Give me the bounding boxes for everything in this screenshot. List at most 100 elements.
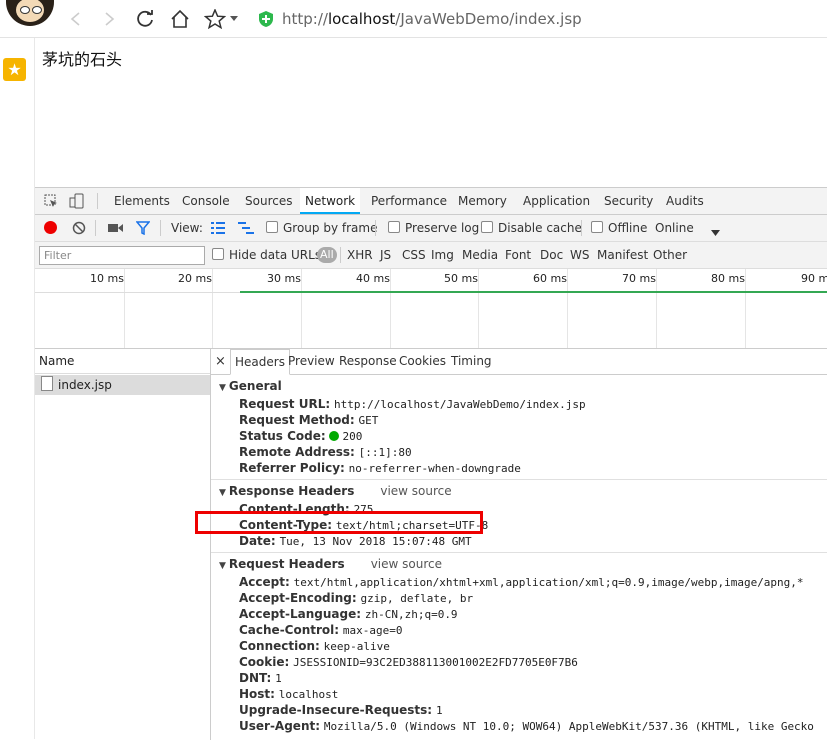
- close-icon[interactable]: ×: [215, 349, 226, 374]
- status-ok-icon: [329, 431, 340, 441]
- clear-icon[interactable]: [72, 221, 86, 238]
- timeline-tick-label: 20 ms: [178, 272, 212, 285]
- header-row: Status Code: 200: [239, 429, 363, 443]
- offline-label: Offline: [608, 221, 648, 235]
- toolbar-separator: [375, 220, 376, 236]
- filter-js[interactable]: JS: [380, 242, 391, 268]
- filter-input[interactable]: Filter: [39, 246, 205, 265]
- header-row: Request URL: http://localhost/JavaWebDem…: [239, 397, 586, 411]
- capture-screenshots-icon[interactable]: [108, 222, 124, 237]
- offline-checkbox[interactable]: Offline: [591, 215, 647, 241]
- throttling-select[interactable]: Online: [655, 215, 694, 241]
- section-divider: [211, 479, 827, 480]
- timeline-tick-label: 60 ms: [533, 272, 567, 285]
- filter-funnel-icon[interactable]: [135, 221, 151, 238]
- preserve-log-checkbox[interactable]: Preserve log: [388, 215, 479, 241]
- general-section-header[interactable]: ▼ General: [219, 379, 282, 393]
- header-row: Referrer Policy: no-referrer-when-downgr…: [239, 461, 521, 475]
- tab-audits[interactable]: Audits: [666, 188, 704, 214]
- large-rows-icon[interactable]: [211, 222, 225, 237]
- filter-doc[interactable]: Doc: [540, 242, 563, 268]
- filter-css[interactable]: CSS: [402, 242, 426, 268]
- timeline-request-bar: [240, 291, 827, 293]
- content-type-highlight-box: [195, 511, 483, 534]
- device-toolbar-icon[interactable]: [69, 193, 85, 212]
- tab-network[interactable]: Network: [300, 188, 361, 214]
- tab-preview[interactable]: Preview: [288, 349, 335, 374]
- header-row: DNT: 1: [239, 671, 282, 685]
- filter-manifest[interactable]: Manifest: [597, 242, 648, 268]
- profile-avatar[interactable]: [6, 0, 54, 26]
- header-row: Date: Tue, 13 Nov 2018 15:07:48 GMT: [239, 534, 472, 548]
- detail-tab-bar: × Headers Preview Response Cookies Timin…: [211, 349, 827, 375]
- view-source-link[interactable]: view source: [371, 557, 442, 571]
- filter-ws[interactable]: WS: [570, 242, 589, 268]
- network-toolbar: View: Group by frame Preserve log Disabl…: [35, 215, 827, 242]
- group-by-frame-label: Group by frame: [283, 221, 378, 235]
- header-row: User-Agent: Mozilla/5.0 (Windows NT 10.0…: [239, 719, 814, 733]
- group-by-frame-checkbox[interactable]: Group by frame: [266, 215, 377, 241]
- bookmark-star-icon[interactable]: [204, 8, 226, 30]
- timeline-tick: [745, 269, 746, 348]
- filter-xhr[interactable]: XHR: [347, 242, 373, 268]
- tab-application[interactable]: Application: [523, 188, 590, 214]
- toolbar-separator: [581, 220, 582, 236]
- filter-media[interactable]: Media: [462, 242, 498, 268]
- tab-console[interactable]: Console: [182, 188, 230, 214]
- hide-data-urls-checkbox[interactable]: Hide data URLs: [212, 242, 321, 268]
- tab-timing[interactable]: Timing: [451, 349, 492, 374]
- view-source-link[interactable]: view source: [380, 484, 451, 498]
- header-row: Cookie: JSESSIONID=93C2ED388113001002E2F…: [239, 655, 578, 669]
- timeline-tick-label: 30 ms: [267, 272, 301, 285]
- tab-cookies[interactable]: Cookies: [399, 349, 446, 374]
- inspect-element-icon[interactable]: [44, 194, 58, 211]
- timeline-tick: [212, 269, 213, 348]
- back-icon[interactable]: [64, 8, 86, 30]
- filter-other[interactable]: Other: [653, 242, 687, 268]
- tab-memory[interactable]: Memory: [458, 188, 507, 214]
- tab-security[interactable]: Security: [604, 188, 653, 214]
- header-row: Accept-Language: zh-CN,zh;q=0.9: [239, 607, 458, 621]
- tab-performance[interactable]: Performance: [371, 188, 447, 214]
- timeline-tick: [478, 269, 479, 348]
- filter-img[interactable]: Img: [431, 242, 454, 268]
- waterfall-overview-icon[interactable]: [238, 222, 254, 237]
- header-row: Request Method: GET: [239, 413, 379, 427]
- request-row[interactable]: index.jsp: [35, 375, 210, 395]
- header-row: Remote Address: [::1]:80: [239, 445, 412, 459]
- network-filter-bar: Filter Hide data URLs All XHR JS CSS Img…: [35, 242, 827, 269]
- tab-response[interactable]: Response: [339, 349, 397, 374]
- filter-font[interactable]: Font: [505, 242, 531, 268]
- request-headers-section-header[interactable]: ▼ Request Headers view source: [219, 557, 442, 571]
- address-bar[interactable]: http://localhost/JavaWebDemo/index.jsp: [258, 6, 818, 32]
- home-icon[interactable]: [169, 8, 191, 30]
- secure-shield-icon: [259, 11, 273, 27]
- tab-elements[interactable]: Elements: [114, 188, 170, 214]
- name-column-header[interactable]: Name: [35, 349, 210, 374]
- timeline-tick-label: 90 ms: [801, 272, 827, 285]
- tab-sources[interactable]: Sources: [245, 188, 292, 214]
- record-icon[interactable]: [44, 221, 57, 234]
- tab-headers[interactable]: Headers: [230, 349, 290, 375]
- throttling-dropdown-icon[interactable]: [711, 225, 720, 239]
- disable-cache-checkbox[interactable]: Disable cache: [481, 215, 582, 241]
- timeline-tick: [567, 269, 568, 348]
- devtools-panel: Elements Console Sources Network Perform…: [35, 187, 827, 740]
- favorites-icon[interactable]: ★: [3, 58, 26, 81]
- header-row: Accept-Encoding: gzip, deflate, br: [239, 591, 474, 605]
- hide-data-urls-label: Hide data URLs: [229, 248, 322, 262]
- request-name: index.jsp: [58, 378, 112, 392]
- tab-separator: [97, 193, 98, 209]
- timeline-tick: [124, 269, 125, 348]
- timeline-tick: [301, 269, 302, 348]
- toolbar-separator: [95, 220, 96, 236]
- forward-icon[interactable]: [99, 8, 121, 30]
- file-icon: [41, 376, 53, 391]
- reload-icon[interactable]: [134, 8, 156, 30]
- header-row: Upgrade-Insecure-Requests: 1: [239, 703, 443, 717]
- chevron-down-icon[interactable]: [228, 8, 240, 30]
- filter-all-button[interactable]: All: [317, 247, 337, 263]
- response-headers-section-header[interactable]: ▼ Response Headers view source: [219, 484, 452, 498]
- timeline-tick: [390, 269, 391, 348]
- network-overview-timeline[interactable]: 10 ms 20 ms 30 ms 40 ms 50 ms 60 ms 70 m…: [35, 269, 827, 349]
